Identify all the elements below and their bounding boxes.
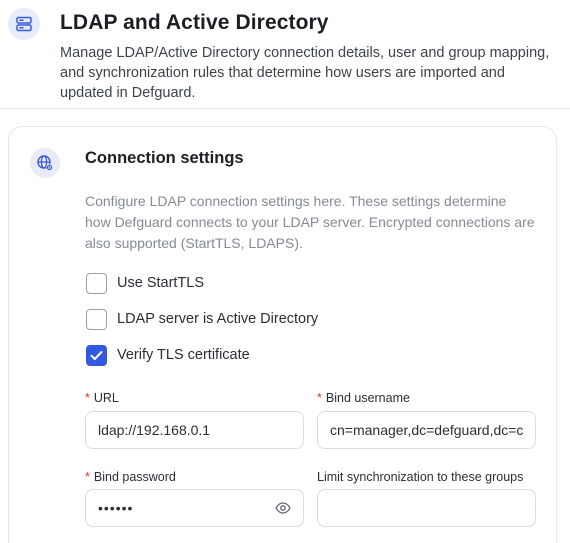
sync-groups-label-text: Limit synchronization to these groups: [317, 470, 524, 484]
sync-groups-input[interactable]: [317, 489, 536, 527]
bind-username-label-text: Bind username: [325, 391, 410, 405]
globe-settings-icon: [30, 148, 60, 178]
section-title: Connection settings: [85, 149, 244, 167]
checkmark-icon: [90, 350, 103, 360]
bind-password-label-text: Bind password: [93, 470, 176, 484]
page-description: Manage LDAP/Active Directory connection …: [60, 45, 550, 101]
section-description: Configure LDAP connection settings here.…: [85, 193, 535, 251]
page-title: LDAP and Active Directory: [60, 11, 329, 34]
sync-groups-label: Limit synchronization to these groups: [317, 470, 523, 484]
use-starttls-checkbox[interactable]: Use StartTLS: [86, 272, 204, 294]
eye-icon[interactable]: [274, 499, 292, 517]
url-input[interactable]: [85, 411, 304, 449]
server-icon: [8, 8, 40, 40]
checkbox-label: LDAP server is Active Directory: [117, 311, 319, 327]
required-marker: *: [317, 391, 322, 405]
bind-password-label: * Bind password: [85, 470, 176, 484]
active-directory-checkbox[interactable]: LDAP server is Active Directory: [86, 308, 318, 330]
verify-tls-checkbox[interactable]: Verify TLS certificate: [86, 344, 250, 366]
bind-username-label: * Bind username: [317, 391, 410, 405]
checkbox-box[interactable]: [86, 308, 107, 330]
bind-password-field: [85, 489, 304, 527]
checkbox-box[interactable]: [86, 344, 107, 366]
required-marker: *: [85, 391, 90, 405]
checkbox-box[interactable]: [86, 272, 107, 294]
checkbox-label: Verify TLS certificate: [117, 347, 250, 363]
url-label-text: URL: [93, 391, 119, 405]
url-label: * URL: [85, 391, 119, 405]
bind-password-input[interactable]: [85, 489, 304, 527]
bind-username-input[interactable]: [317, 411, 536, 449]
required-marker: *: [85, 470, 90, 484]
checkbox-label: Use StartTLS: [117, 275, 205, 291]
header-divider: [0, 108, 570, 109]
